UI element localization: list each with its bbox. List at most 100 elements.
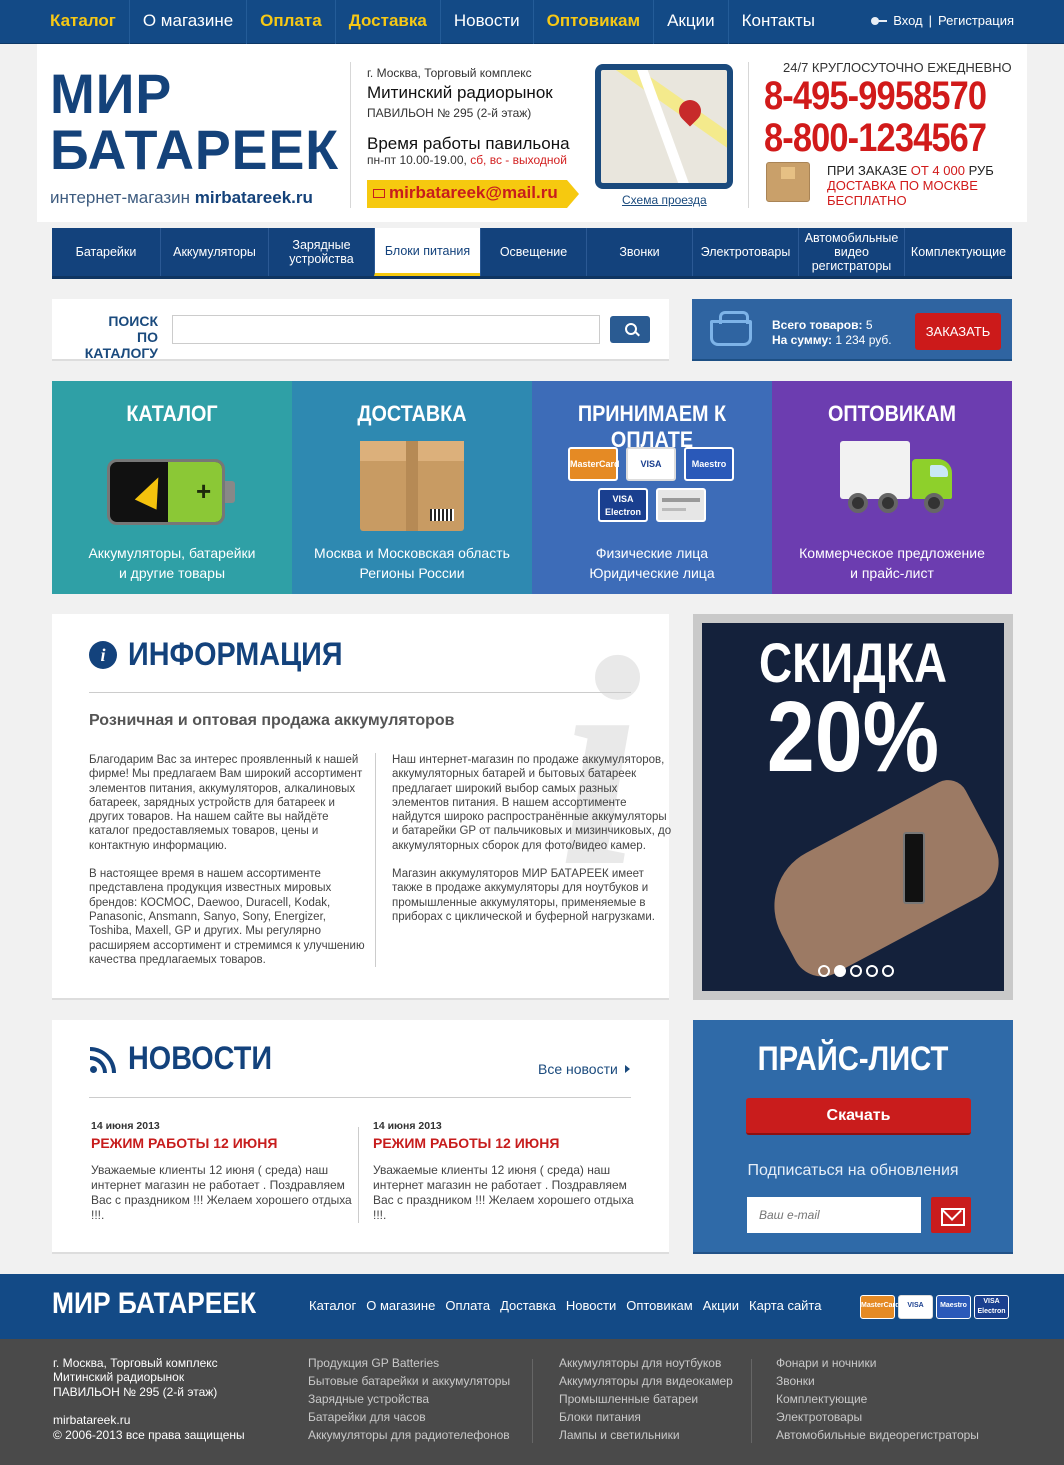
tile-delivery-title: ДОСТАВКА (357, 401, 467, 426)
footer-link[interactable]: Звонки (776, 1372, 979, 1390)
email-badge[interactable]: mirbatareek@mail.ru (367, 180, 579, 208)
info-divider (89, 692, 631, 693)
order-button[interactable]: ЗАКАЗАТЬ (915, 313, 1001, 350)
slider-dot-3[interactable] (850, 965, 862, 977)
map-thumbnail[interactable] (595, 64, 733, 189)
tile-delivery[interactable]: ДОСТАВКА Москва и Московская область Рег… (292, 381, 532, 594)
info-col2-paragraph1: Наш интернет-магазин по продаже аккумуля… (392, 754, 672, 852)
slider-dot-5[interactable] (882, 965, 894, 977)
email-link[interactable]: mirbatareek@mail.ru (389, 183, 558, 203)
tile-payment[interactable]: ПРИНИМАЕМ К ОПЛАТЕ MasterCard VISA Maest… (532, 381, 772, 594)
footer-nav-catalog[interactable]: Каталог (309, 1298, 356, 1313)
subscribe-button[interactable] (931, 1197, 971, 1233)
top-nav-delivery[interactable]: Доставка (334, 0, 440, 44)
hours: пн-пт 10.00-19.00, сб, вс - выходной (367, 153, 567, 167)
footer-nav-about[interactable]: О магазине (366, 1298, 435, 1313)
top-nav-news[interactable]: Новости (439, 0, 533, 44)
footer-nav-wholesale[interactable]: Оптовикам (626, 1298, 693, 1313)
category-batteries[interactable]: Батарейки (52, 228, 160, 276)
auth-links: Вход | Регистрация (871, 13, 1014, 28)
header-divider-2 (748, 62, 749, 208)
logo-line1[interactable]: МИР (50, 66, 172, 122)
tile-wholesale[interactable]: ОПТОВИКАМ Коммерческое предложение и пра… (772, 381, 1012, 594)
footer-link[interactable]: Электротовары (776, 1408, 979, 1426)
battery-icon: + (107, 459, 235, 525)
footer-links-col3: Фонари и ночники Звонки Комплектующие Эл… (776, 1354, 979, 1444)
footer-link[interactable]: Батарейки для часов (308, 1408, 510, 1426)
footer-address-line2: Митинский радиорынок (53, 1370, 185, 1385)
info-column-1: Благодарим Вас за интерес проявленный к … (89, 753, 371, 967)
login-link[interactable]: Вход (893, 13, 922, 28)
phone-2[interactable]: 8-800-1234567 (764, 116, 987, 161)
cart-sum-value: 1 234 руб. (835, 333, 892, 347)
subscribe-email-input[interactable] (747, 1197, 921, 1233)
visa-electron-icon: VISA Electron (974, 1295, 1009, 1319)
footer-link[interactable]: Зарядные устройства (308, 1390, 510, 1408)
news-column-divider (358, 1127, 359, 1223)
footer-link[interactable]: Автомобильные видеорегистраторы (776, 1426, 979, 1444)
hours-weekdays: пн-пт 10.00-19.00, (367, 153, 467, 167)
directions-link[interactable]: Схема проезда (622, 193, 707, 207)
top-nav-payment[interactable]: Оплата (246, 0, 335, 44)
footer-link[interactable]: Лампы и светильники (559, 1426, 733, 1444)
top-nav-contacts[interactable]: Контакты (727, 0, 828, 44)
footer-link[interactable]: Промышленные батареи (559, 1390, 733, 1408)
footer-link[interactable]: Фонари и ночники (776, 1354, 979, 1372)
all-news-link[interactable]: Все новости (538, 1061, 630, 1077)
category-accumulators[interactable]: Аккумуляторы (160, 228, 268, 276)
footer-nav-promotions[interactable]: Акции (703, 1298, 739, 1313)
slider-dot-4[interactable] (866, 965, 878, 977)
footer-nav-payment[interactable]: Оплата (445, 1298, 490, 1313)
news-headline[interactable]: РЕЖИМ РАБОТЫ 12 ИЮНЯ (373, 1135, 559, 1151)
category-dashcams[interactable]: Автомобильные видео регистраторы (798, 228, 904, 276)
top-nav-catalog[interactable]: Каталог (37, 0, 129, 44)
footer-link[interactable]: Бытовые батарейки и аккумуляторы (308, 1372, 510, 1390)
footer-nav-delivery[interactable]: Доставка (500, 1298, 556, 1313)
footer-link[interactable]: Блоки питания (559, 1408, 733, 1426)
tile-payment-line1: Физические лица (595, 545, 709, 561)
category-lighting[interactable]: Освещение (480, 228, 586, 276)
slider-dot-2[interactable] (834, 965, 846, 977)
search-input[interactable] (172, 315, 600, 344)
hours-weekend: сб, вс - выходной (470, 153, 567, 167)
tile-catalog[interactable]: КАТАЛОГ + Аккумуляторы, батарейки и друг… (52, 381, 292, 594)
search-label: ПОИСК ПО КАТАЛОГУ (66, 313, 158, 361)
news-date: 14 июня 2013 (373, 1120, 442, 1132)
news-headline[interactable]: РЕЖИМ РАБОТЫ 12 ИЮНЯ (91, 1135, 277, 1151)
register-link[interactable]: Регистрация (938, 13, 1014, 28)
logo-subtitle: интернет-магазин mirbatareek.ru (50, 188, 313, 208)
category-chargers[interactable]: Зарядные устройства (268, 228, 374, 276)
top-nav-promotions[interactable]: Акции (653, 0, 728, 44)
truck-icon (840, 441, 956, 525)
tile-wholesale-line2: и прайс-лист (850, 565, 934, 581)
footer-nav-sitemap[interactable]: Карта сайта (749, 1298, 821, 1313)
free-delivery-line3: БЕСПЛАТНО (827, 193, 907, 208)
footer-link[interactable]: Аккумуляторы для видеокамер (559, 1372, 733, 1390)
auth-separator: | (928, 13, 932, 28)
download-button[interactable]: Скачать (746, 1098, 971, 1135)
category-electrical[interactable]: Электротовары (692, 228, 798, 276)
footer-link[interactable]: Комплектующие (776, 1390, 979, 1408)
logo-line2[interactable]: БАТАРЕЕК (50, 122, 339, 178)
tile-delivery-line1: Москва и Московская область (314, 545, 510, 561)
footer-link[interactable]: Продукция GP Batteries (308, 1354, 510, 1372)
footer-logo[interactable]: МИР БАТАРЕЕК (52, 1287, 256, 1321)
basket-icon[interactable] (710, 311, 752, 346)
category-power-supplies[interactable]: Блоки питания (374, 228, 480, 276)
phone-1[interactable]: 8-495-9958570 (764, 74, 987, 119)
footer-link[interactable]: Аккумуляторы для радиотелефонов (308, 1426, 510, 1444)
category-components[interactable]: Комплектующие (904, 228, 1012, 276)
slider-dot-1[interactable] (818, 965, 830, 977)
mastercard-icon: MasterCard (860, 1295, 900, 1319)
search-button[interactable] (610, 316, 650, 343)
visa-icon: VISA (898, 1295, 933, 1319)
rss-icon[interactable] (90, 1047, 116, 1073)
category-nav: Батарейки Аккумуляторы Зарядные устройст… (52, 228, 1012, 279)
footer-nav-news[interactable]: Новости (566, 1298, 616, 1313)
top-nav-about[interactable]: О магазине (128, 0, 246, 44)
category-doorbells[interactable]: Звонки (586, 228, 692, 276)
cart-total-sum: На сумму: 1 234 руб. (772, 333, 892, 347)
top-nav-wholesale[interactable]: Оптовикам (532, 0, 653, 44)
footer-link[interactable]: Аккумуляторы для ноутбуков (559, 1354, 733, 1372)
address-line1: г. Москва, Торговый комплекс (367, 66, 532, 80)
